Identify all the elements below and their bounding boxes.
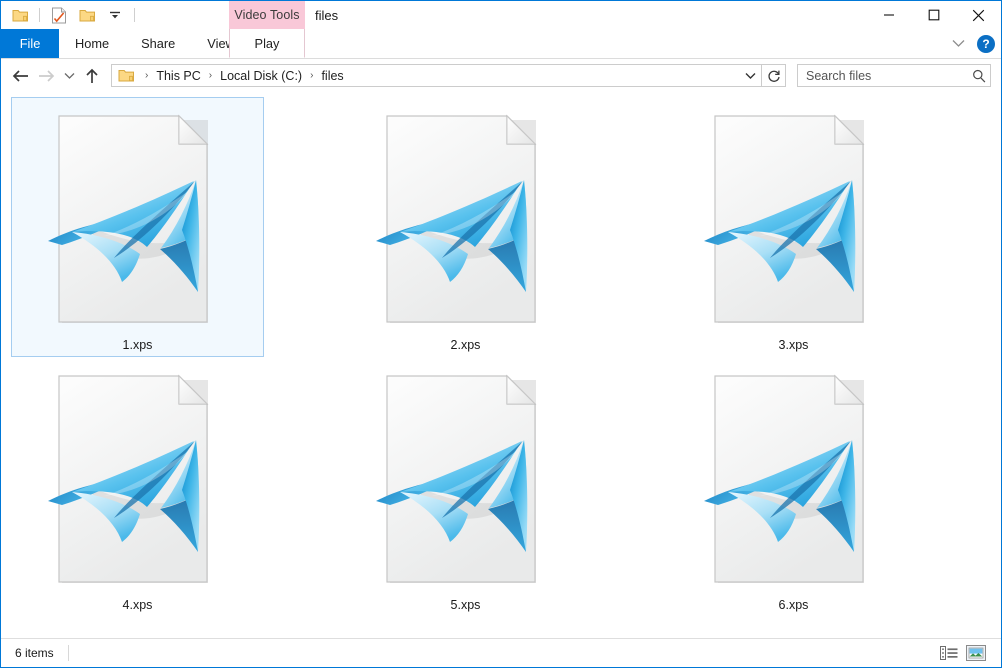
tab-play[interactable]: Play [229, 29, 305, 58]
breadcrumb-item-local-disk[interactable]: Local Disk (C:) [217, 69, 305, 83]
quick-access-toolbar [1, 1, 137, 29]
up-button[interactable] [79, 63, 105, 89]
file-item-4[interactable]: 4.xps [11, 357, 264, 617]
properties-icon[interactable] [48, 4, 70, 26]
view-mode-buttons [938, 643, 995, 663]
chevron-down-icon[interactable] [947, 33, 969, 55]
file-label: 2.xps [450, 338, 481, 352]
search-icon [968, 69, 990, 83]
file-label: 4.xps [122, 598, 153, 612]
ribbon-right-controls: ? [947, 29, 995, 58]
caption-buttons [866, 1, 1001, 29]
breadcrumb-item-this-pc[interactable]: This PC [153, 69, 203, 83]
breadcrumb-dropdown-icon[interactable] [739, 65, 761, 86]
item-count-label: 6 items [15, 646, 54, 660]
forward-button [33, 63, 59, 89]
tab-home[interactable]: Home [59, 29, 125, 58]
breadcrumb-separator: › [208, 70, 213, 81]
breadcrumb-bar[interactable]: › This PC › Local Disk (C:) › files [111, 64, 762, 87]
file-label: 5.xps [450, 598, 481, 612]
back-button[interactable] [7, 63, 33, 89]
file-grid: 1.xps 2.xps 3.xps 4.xps 5.xps 6.xps [11, 97, 1001, 617]
xps-document-icon [48, 368, 228, 596]
tab-file[interactable]: File [1, 29, 59, 58]
refresh-button[interactable] [762, 64, 786, 87]
file-item-3[interactable]: 3.xps [667, 97, 920, 357]
contextual-tab-header: Video Tools [229, 1, 305, 29]
new-folder-icon[interactable] [76, 4, 98, 26]
file-label: 1.xps [122, 338, 153, 352]
file-list-view[interactable]: 1.xps 2.xps 3.xps 4.xps 5.xps 6.xps [1, 92, 1001, 630]
breadcrumb-separator: › [310, 70, 314, 81]
file-item-2[interactable]: 2.xps [339, 97, 592, 357]
xps-document-icon [704, 108, 884, 336]
details-view-icon[interactable] [938, 643, 960, 663]
explorer-window: Video Tools files File Home Share View P… [0, 0, 1002, 668]
xps-document-icon [704, 368, 884, 596]
minimize-button[interactable] [866, 1, 911, 29]
xps-document-icon [376, 108, 556, 336]
title-bar: Video Tools files [1, 1, 1001, 29]
maximize-button[interactable] [911, 1, 956, 29]
file-label: 6.xps [778, 598, 809, 612]
file-label: 3.xps [778, 338, 809, 352]
folder-icon[interactable] [9, 4, 31, 26]
search-input[interactable]: Search files [798, 69, 968, 83]
breadcrumb-item-files[interactable]: files [318, 69, 346, 83]
address-bar: › This PC › Local Disk (C:) › files Sear… [1, 59, 1001, 92]
status-divider [67, 645, 69, 661]
qat-separator-2 [134, 8, 135, 22]
file-item-1[interactable]: 1.xps [11, 97, 264, 357]
customize-dropdown-icon[interactable] [104, 4, 126, 26]
qat-separator-1 [39, 8, 40, 22]
status-bar: 6 items [1, 638, 1001, 667]
large-icons-view-icon[interactable] [965, 643, 987, 663]
breadcrumb-folder-icon [112, 68, 140, 83]
xps-document-icon [376, 368, 556, 596]
recent-locations-button[interactable] [59, 63, 79, 89]
file-item-5[interactable]: 5.xps [339, 357, 592, 617]
tab-share[interactable]: Share [125, 29, 191, 58]
ribbon-tab-strip: File Home Share View Play ? [1, 29, 1001, 59]
file-item-6[interactable]: 6.xps [667, 357, 920, 617]
help-button[interactable]: ? [977, 34, 995, 53]
breadcrumb-separator: › [145, 70, 149, 81]
window-title: files [315, 7, 339, 23]
search-box[interactable]: Search files [797, 64, 991, 87]
close-button[interactable] [956, 1, 1001, 29]
xps-document-icon [48, 108, 228, 336]
